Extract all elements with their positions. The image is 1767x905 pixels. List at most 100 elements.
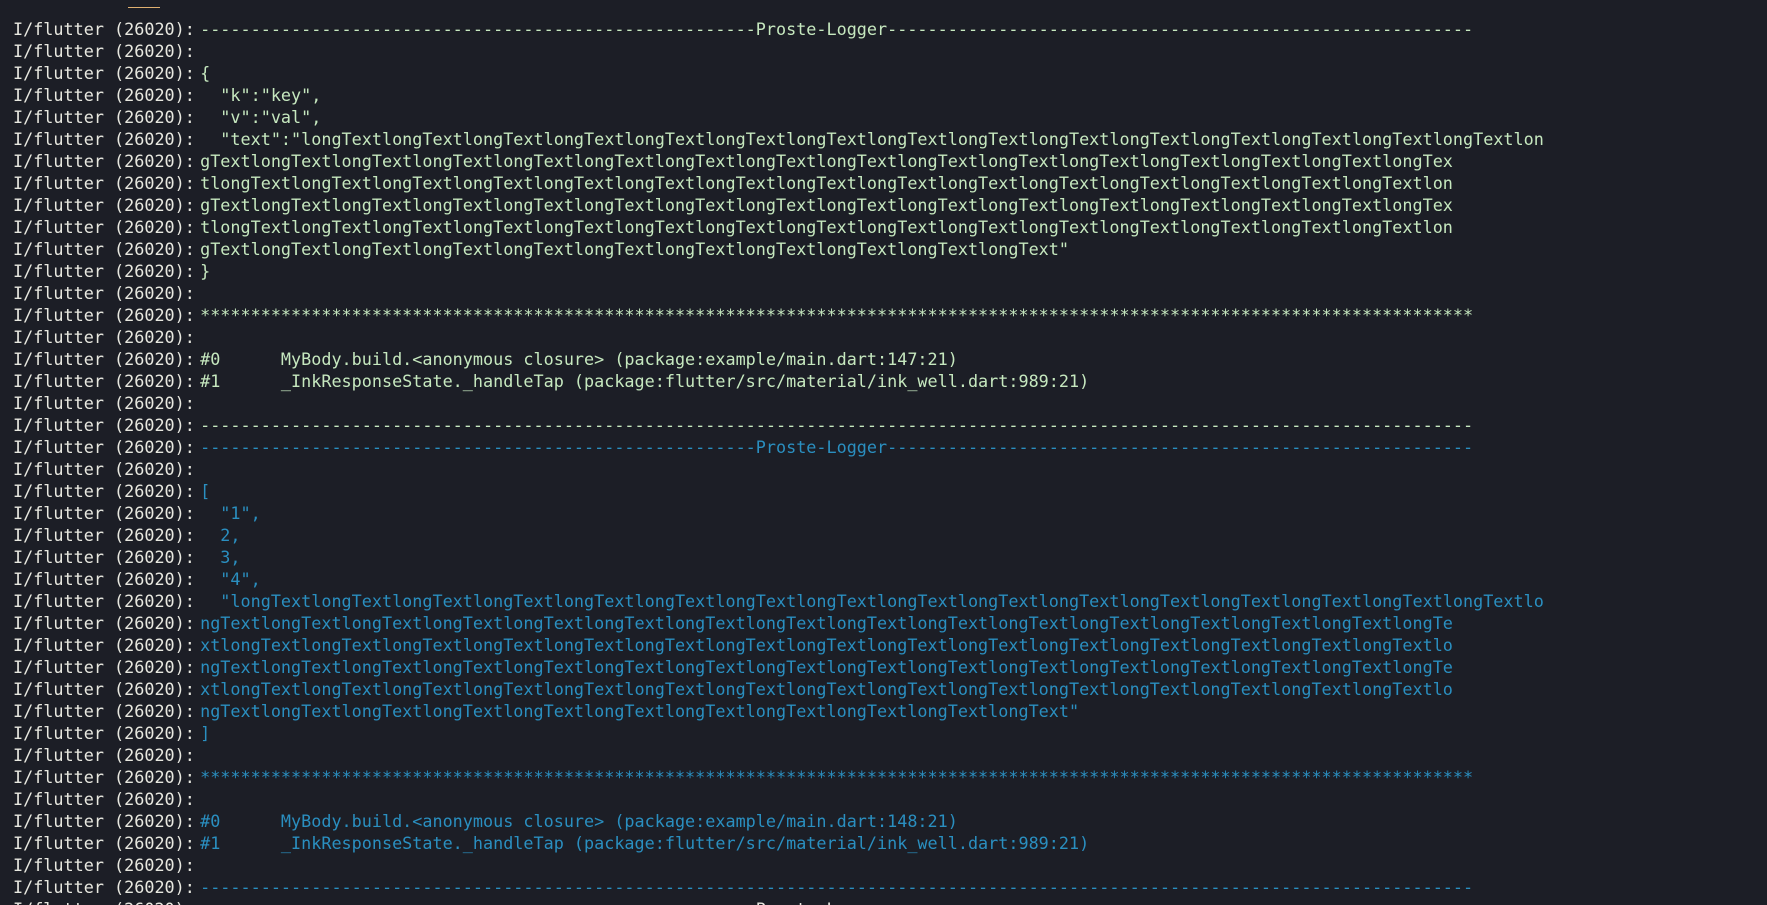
log-line: I/flutter (26020): ngTextlongTextlongTex… — [0, 612, 1767, 634]
log-line: I/flutter (26020): #1 _InkResponseState.… — [0, 832, 1767, 854]
log-line: I/flutter (26020): ngTextlongTextlongTex… — [0, 656, 1767, 678]
terminal-output[interactable]: I/flutter (26020): ---------------------… — [0, 0, 1767, 905]
log-tag: I/flutter (26020): — [13, 701, 195, 721]
log-tag: I/flutter (26020): — [13, 657, 195, 677]
log-line: I/flutter (26020): ---------------------… — [0, 18, 1767, 40]
log-message: gTextlongTextlongTextlongTextlongTextlon… — [190, 151, 1453, 171]
log-message: ****************************************… — [190, 767, 1474, 787]
log-line: I/flutter (26020): "text":"longTextlongT… — [0, 128, 1767, 150]
log-line: I/flutter (26020): } — [0, 260, 1767, 282]
log-line: I/flutter (26020): — [0, 40, 1767, 62]
log-message: ----------------------------------------… — [190, 437, 1474, 457]
log-message: gTextlongTextlongTextlongTextlongTextlon… — [190, 195, 1453, 215]
log-tag: I/flutter (26020): — [13, 877, 195, 897]
log-message: tlongTextlongTextlongTextlongTextlongTex… — [190, 217, 1453, 237]
log-tag: I/flutter (26020): — [13, 63, 195, 83]
log-message: #0 MyBody.build.<anonymous closure> (pac… — [190, 349, 958, 369]
log-tag: I/flutter (26020): — [13, 305, 195, 325]
log-tag: I/flutter (26020): — [13, 833, 195, 853]
log-line: I/flutter (26020): xtlongTextlongTextlon… — [0, 634, 1767, 656]
log-message: #1 _InkResponseState._handleTap (package… — [190, 833, 1090, 853]
log-message: [ — [190, 481, 211, 501]
log-tag: I/flutter (26020): — [13, 107, 195, 127]
log-tag: I/flutter (26020): — [13, 415, 195, 435]
log-tag: I/flutter (26020): — [13, 745, 195, 765]
log-message: "v":"val", — [190, 107, 322, 127]
log-line: I/flutter (26020): tlongTextlongTextlong… — [0, 216, 1767, 238]
log-line: I/flutter (26020): 3, — [0, 546, 1767, 568]
log-line: I/flutter (26020): #0 MyBody.build.<anon… — [0, 348, 1767, 370]
log-line: I/flutter (26020): gTextlongTextlongText… — [0, 150, 1767, 172]
log-tag: I/flutter (26020): — [13, 283, 195, 303]
log-message: 2, — [190, 525, 241, 545]
log-message: ----------------------------------------… — [190, 877, 1474, 897]
log-tag: I/flutter (26020): — [13, 613, 195, 633]
log-tag: I/flutter (26020): — [13, 239, 195, 259]
log-tag: I/flutter (26020): — [13, 151, 195, 171]
log-tag: I/flutter (26020): — [13, 569, 195, 589]
log-message: "text":"longTextlongTextlongTextlongText… — [190, 129, 1544, 149]
log-line: I/flutter (26020): [ — [0, 480, 1767, 502]
log-tag: I/flutter (26020): — [13, 635, 195, 655]
log-message: ****************************************… — [190, 305, 1474, 325]
log-message: } — [190, 261, 211, 281]
log-message: 3, — [190, 547, 241, 567]
log-tag: I/flutter (26020): — [13, 41, 195, 61]
log-tag: I/flutter (26020): — [13, 19, 195, 39]
log-line: I/flutter (26020): *********************… — [0, 304, 1767, 326]
cursor-underline — [128, 7, 160, 8]
log-tag: I/flutter (26020): — [0, 898, 195, 905]
log-line: I/flutter (26020): #0 MyBody.build.<anon… — [0, 810, 1767, 832]
log-line: I/flutter (26020): 2, — [0, 524, 1767, 546]
log-line: I/flutter (26020): xtlongTextlongTextlon… — [0, 678, 1767, 700]
log-tag: I/flutter (26020): — [13, 525, 195, 545]
log-tag: I/flutter (26020): — [13, 547, 195, 567]
log-line: I/flutter (26020): ---------------------… — [0, 898, 1767, 905]
log-tag: I/flutter (26020): — [13, 855, 195, 875]
log-line: I/flutter (26020): "longTextlongTextlong… — [0, 590, 1767, 612]
log-line: I/flutter (26020): ] — [0, 722, 1767, 744]
log-tag: I/flutter (26020): — [13, 503, 195, 523]
log-line: I/flutter (26020): — [0, 392, 1767, 414]
log-line: I/flutter (26020): — [0, 744, 1767, 766]
log-tag: I/flutter (26020): — [13, 811, 195, 831]
log-message: "longTextlongTextlongTextlongTextlongTex… — [190, 591, 1544, 611]
log-tag: I/flutter (26020): — [13, 723, 195, 743]
log-message: "1", — [190, 503, 261, 523]
log-message: "k":"key", — [190, 85, 322, 105]
log-line: I/flutter (26020): gTextlongTextlongText… — [0, 238, 1767, 260]
log-tag: I/flutter (26020): — [13, 85, 195, 105]
log-line: I/flutter (26020): — [0, 458, 1767, 480]
log-message: ngTextlongTextlongTextlongTextlongTextlo… — [190, 657, 1453, 677]
log-line: I/flutter (26020): ---------------------… — [0, 876, 1767, 898]
log-line: I/flutter (26020): ngTextlongTextlongTex… — [0, 700, 1767, 722]
log-message: "4", — [190, 569, 261, 589]
log-message: ] — [190, 723, 211, 743]
log-line: I/flutter (26020): *********************… — [0, 766, 1767, 788]
log-message: tlongTextlongTextlongTextlongTextlongTex… — [190, 173, 1453, 193]
log-message: ----------------------------------------… — [190, 898, 1473, 905]
log-tag: I/flutter (26020): — [13, 591, 195, 611]
log-line: I/flutter (26020): "k":"key", — [0, 84, 1767, 106]
log-tag: I/flutter (26020): — [13, 173, 195, 193]
log-tag: I/flutter (26020): — [13, 459, 195, 479]
log-tag: I/flutter (26020): — [13, 393, 195, 413]
log-line: I/flutter (26020): "v":"val", — [0, 106, 1767, 128]
log-message: { — [190, 63, 211, 83]
log-message: ----------------------------------------… — [190, 415, 1474, 435]
log-tag: I/flutter (26020): — [13, 371, 195, 391]
log-tag: I/flutter (26020): — [13, 481, 195, 501]
log-tag: I/flutter (26020): — [13, 129, 195, 149]
log-line: I/flutter (26020): gTextlongTextlongText… — [0, 194, 1767, 216]
log-line: I/flutter (26020): — [0, 282, 1767, 304]
log-message: ngTextlongTextlongTextlongTextlongTextlo… — [190, 701, 1080, 721]
log-line: I/flutter (26020): — [0, 326, 1767, 348]
log-tag: I/flutter (26020): — [13, 349, 195, 369]
log-tag: I/flutter (26020): — [13, 261, 195, 281]
log-tag: I/flutter (26020): — [13, 767, 195, 787]
log-message: ngTextlongTextlongTextlongTextlongTextlo… — [190, 613, 1453, 633]
log-lines: I/flutter (26020): ---------------------… — [0, 18, 1767, 905]
log-line: I/flutter (26020): { — [0, 62, 1767, 84]
log-message: xtlongTextlongTextlongTextlongTextlongTe… — [190, 635, 1453, 655]
log-line: I/flutter (26020): #1 _InkResponseState.… — [0, 370, 1767, 392]
